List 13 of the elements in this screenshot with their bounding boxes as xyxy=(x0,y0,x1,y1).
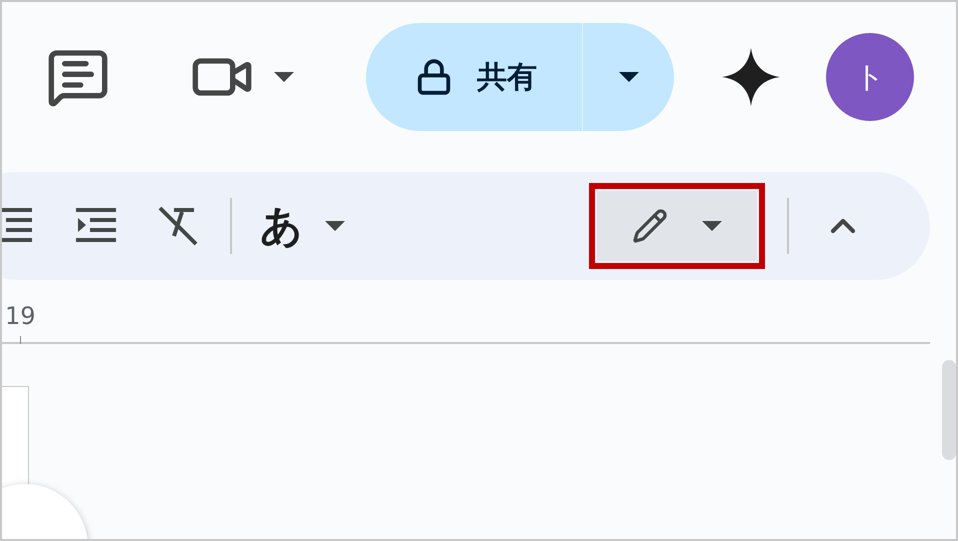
clear-formatting-icon[interactable] xyxy=(156,204,200,248)
input-tools-caret-icon xyxy=(325,221,345,231)
caret-icon xyxy=(702,221,722,231)
pencil-icon xyxy=(632,208,668,244)
input-tools-button[interactable]: あ xyxy=(260,205,303,247)
caret-icon xyxy=(274,72,294,82)
user-avatar[interactable]: ト xyxy=(826,33,914,121)
ruler-label: 19 xyxy=(5,302,36,330)
caret-icon xyxy=(618,72,638,82)
scrollbar-thumb[interactable] xyxy=(942,360,956,460)
lock-icon xyxy=(415,58,453,96)
sparkle-icon[interactable] xyxy=(722,48,780,106)
editing-mode-button[interactable] xyxy=(597,191,757,261)
